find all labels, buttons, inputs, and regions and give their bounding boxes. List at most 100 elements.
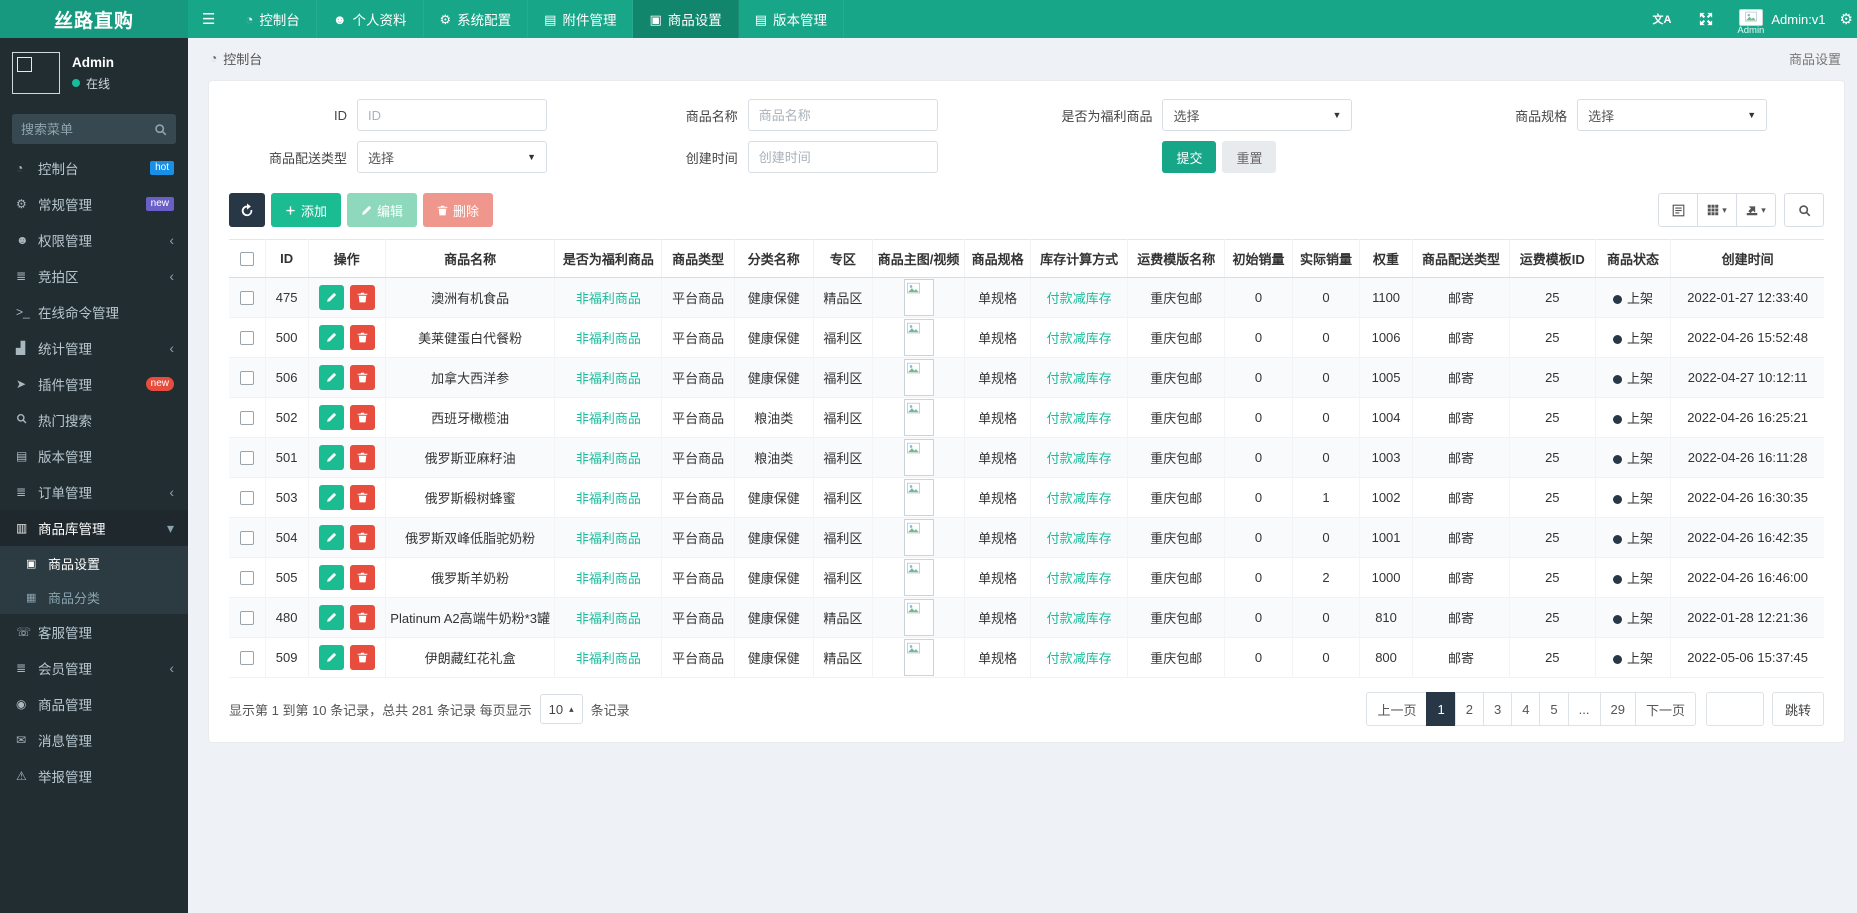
search-icon[interactable] bbox=[154, 123, 167, 136]
row-edit-button[interactable] bbox=[318, 445, 344, 470]
row-edit-button[interactable] bbox=[318, 325, 344, 350]
sidebar-item-8[interactable]: ▤ 版本管理 bbox=[0, 438, 188, 474]
row-edit-button[interactable] bbox=[318, 365, 344, 390]
prev-page-button[interactable]: 上一页 bbox=[1366, 692, 1428, 726]
row-checkbox[interactable] bbox=[239, 411, 254, 426]
product-image-placeholder[interactable] bbox=[903, 559, 934, 596]
row-edit-button[interactable] bbox=[318, 485, 344, 510]
fullscreen-button[interactable] bbox=[1685, 0, 1727, 38]
created-time-filter-input[interactable] bbox=[747, 141, 938, 173]
breadcrumb-left[interactable]: 控制台 bbox=[223, 49, 262, 68]
settings-button[interactable]: ⚙ bbox=[1836, 0, 1857, 38]
sidebar-search-input[interactable] bbox=[21, 121, 154, 137]
row-delete-button[interactable] bbox=[349, 405, 375, 430]
nav-item-4[interactable]: ▣ 商品设置 bbox=[633, 0, 739, 38]
add-button[interactable]: 添加 bbox=[271, 193, 342, 227]
row-edit-button[interactable] bbox=[318, 645, 344, 670]
row-checkbox[interactable] bbox=[239, 571, 254, 586]
product-name-filter-input[interactable] bbox=[747, 99, 938, 131]
page-ellipsis[interactable]: ... bbox=[1567, 692, 1601, 726]
product-image-placeholder[interactable] bbox=[903, 439, 934, 476]
row-checkbox[interactable] bbox=[239, 531, 254, 546]
nav-item-1[interactable]: ☻ 个人资料 bbox=[317, 0, 424, 38]
nav-item-5[interactable]: ▤ 版本管理 bbox=[739, 0, 845, 38]
sidebar-item-12[interactable]: ≣ 会员管理 ‹ bbox=[0, 650, 188, 686]
row-checkbox[interactable] bbox=[239, 491, 254, 506]
row-delete-button[interactable] bbox=[349, 605, 375, 630]
row-delete-button[interactable] bbox=[349, 485, 375, 510]
export-button[interactable]: ▾ bbox=[1736, 193, 1776, 227]
row-edit-button[interactable] bbox=[318, 405, 344, 430]
row-checkbox[interactable] bbox=[239, 291, 254, 306]
product-image-placeholder[interactable] bbox=[903, 519, 934, 556]
row-delete-button[interactable] bbox=[349, 285, 375, 310]
product-image-placeholder[interactable] bbox=[903, 399, 934, 436]
row-checkbox[interactable] bbox=[239, 451, 254, 466]
row-delete-button[interactable] bbox=[349, 325, 375, 350]
row-checkbox[interactable] bbox=[239, 371, 254, 386]
row-edit-button[interactable] bbox=[318, 285, 344, 310]
columns-button[interactable]: ▾ bbox=[1697, 193, 1737, 227]
select-all-checkbox[interactable] bbox=[239, 252, 254, 267]
per-page-select[interactable]: 10 ▴ bbox=[539, 694, 583, 724]
product-image-placeholder[interactable] bbox=[903, 279, 934, 316]
nav-item-3[interactable]: ▤ 附件管理 bbox=[528, 0, 634, 38]
page-button-1[interactable]: 1 bbox=[1426, 692, 1456, 726]
sidebar-item-6[interactable]: ➤ 插件管理 new bbox=[0, 366, 188, 402]
product-image-placeholder[interactable] bbox=[903, 599, 934, 636]
submit-button[interactable]: 提交 bbox=[1162, 141, 1217, 173]
row-delete-button[interactable] bbox=[349, 365, 375, 390]
row-edit-button[interactable] bbox=[318, 565, 344, 590]
next-page-button[interactable]: 下一页 bbox=[1634, 692, 1696, 726]
sidebar-item-10[interactable]: ▥ 商品库管理 ▾ bbox=[0, 510, 188, 546]
delete-button[interactable]: 删除 bbox=[423, 193, 494, 227]
sidebar-item-3[interactable]: ≣ 竞拍区 ‹ bbox=[0, 258, 188, 294]
page-button-5[interactable]: 5 bbox=[1539, 692, 1569, 726]
sidebar-item-1[interactable]: ⚙ 常规管理 new bbox=[0, 186, 188, 222]
refresh-button[interactable] bbox=[229, 193, 265, 227]
sidebar-subitem-0[interactable]: ▣ 商品设置 bbox=[0, 546, 188, 580]
sidebar-item-11[interactable]: ☏ 客服管理 bbox=[0, 614, 188, 650]
row-edit-button[interactable] bbox=[318, 605, 344, 630]
row-delete-button[interactable] bbox=[349, 525, 375, 550]
spec-filter-select[interactable]: 选择 ▼ bbox=[1577, 99, 1768, 131]
sidebar-item-13[interactable]: ◉ 商品管理 bbox=[0, 686, 188, 722]
navbar-user-menu[interactable]: Admin Admin:v1 bbox=[1727, 0, 1835, 38]
sidebar-item-9[interactable]: ≣ 订单管理 ‹ bbox=[0, 474, 188, 510]
row-checkbox[interactable] bbox=[239, 331, 254, 346]
id-filter-input[interactable] bbox=[357, 99, 547, 131]
product-image-placeholder[interactable] bbox=[903, 639, 934, 676]
product-image-placeholder[interactable] bbox=[903, 479, 934, 516]
detail-view-button[interactable] bbox=[1658, 193, 1698, 227]
product-image-placeholder[interactable] bbox=[903, 359, 934, 396]
nav-item-2[interactable]: ⚙ 系统配置 bbox=[424, 0, 529, 38]
product-image-placeholder[interactable] bbox=[903, 319, 934, 356]
brand-logo[interactable]: 丝路直购 bbox=[0, 0, 188, 38]
sidebar-item-14[interactable]: ✉ 消息管理 bbox=[0, 722, 188, 758]
page-button-29[interactable]: 29 bbox=[1599, 692, 1636, 726]
sidebar-item-7[interactable]: 热门搜索 bbox=[0, 402, 188, 438]
sidebar-subitem-1[interactable]: ▦ 商品分类 bbox=[0, 580, 188, 614]
row-edit-button[interactable] bbox=[318, 525, 344, 550]
jump-page-input[interactable] bbox=[1705, 692, 1764, 726]
reset-button[interactable]: 重置 bbox=[1222, 141, 1277, 173]
sidebar-item-4[interactable]: >_ 在线命令管理 bbox=[0, 294, 188, 330]
page-button-4[interactable]: 4 bbox=[1511, 692, 1541, 726]
row-delete-button[interactable] bbox=[349, 645, 375, 670]
sidebar-item-15[interactable]: ⚠ 举报管理 bbox=[0, 758, 188, 794]
translate-button[interactable]: 文A bbox=[1638, 0, 1685, 38]
row-delete-button[interactable] bbox=[349, 565, 375, 590]
toggle-search-button[interactable] bbox=[1784, 193, 1824, 227]
sidebar-item-2[interactable]: ☻ 权限管理 ‹ bbox=[0, 222, 188, 258]
page-button-3[interactable]: 3 bbox=[1482, 692, 1513, 726]
row-checkbox[interactable] bbox=[239, 651, 254, 666]
sidebar-item-0[interactable]: ◔ 控制台 hot bbox=[0, 150, 188, 186]
row-delete-button[interactable] bbox=[349, 445, 375, 470]
edit-button[interactable]: 编辑 bbox=[347, 193, 418, 227]
delivery-filter-select[interactable]: 选择 ▼ bbox=[357, 141, 547, 173]
sidebar-toggle-button[interactable]: ☰ bbox=[188, 0, 229, 38]
jump-button[interactable]: 跳转 bbox=[1771, 692, 1824, 726]
welfare-filter-select[interactable]: 选择 ▼ bbox=[1162, 99, 1353, 131]
sidebar-item-5[interactable]: ▟ 统计管理 ‹ bbox=[0, 330, 188, 366]
nav-item-0[interactable]: ◔ 控制台 bbox=[229, 0, 317, 38]
